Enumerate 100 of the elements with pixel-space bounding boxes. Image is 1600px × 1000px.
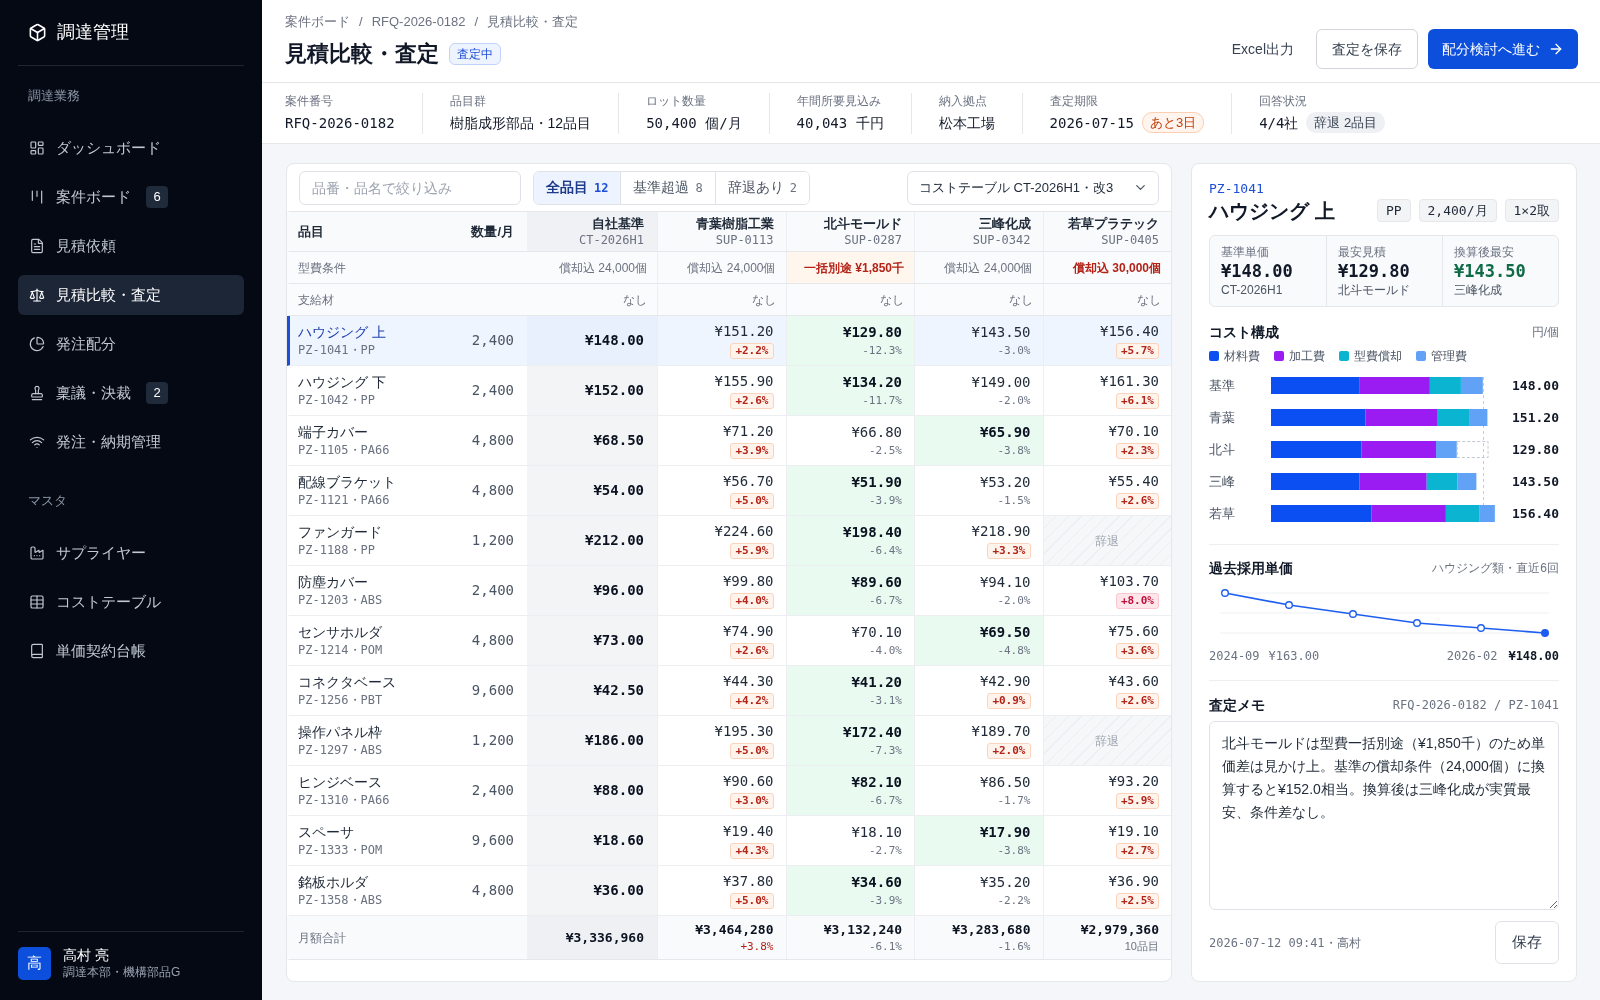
- condition-cell: なし: [657, 284, 786, 315]
- quote-price: ¥41.20: [851, 672, 902, 692]
- app-title: 調達管理: [57, 21, 129, 44]
- quote-price: ¥189.70: [971, 722, 1031, 741]
- delta-badge: +3.9%: [730, 443, 774, 459]
- declined-cell: 辞退: [1042, 516, 1171, 565]
- summary-label: 査定期限: [1049, 92, 1099, 109]
- delta-badge: +4.2%: [730, 693, 774, 709]
- save-assessment-button[interactable]: 査定を保存: [1316, 29, 1418, 69]
- delta-badge: +2.2%: [730, 343, 774, 359]
- delta-badge: +6.1%: [1115, 393, 1159, 409]
- table-row[interactable]: ファンガード PZ-1188・PP 1,200 ¥212.00 ¥224.60 +5.9% ¥198.40 -6.4% ¥218.90 +3.3% 辞退: [287, 516, 1171, 566]
- nav-item[interactable]: サプライヤー: [18, 533, 244, 573]
- delta-badge: +5.7%: [1115, 343, 1159, 359]
- item-code: PZ-1041: [1209, 181, 1265, 197]
- bar-value: 156.40: [1512, 505, 1559, 522]
- delta-text: -1.5%: [997, 492, 1031, 509]
- base-price-cell: ¥212.00: [527, 516, 657, 565]
- column-code: CT-2026H1: [578, 232, 644, 248]
- column-header: 数量/月: [470, 222, 515, 241]
- base-price-cell: ¥88.00: [527, 766, 657, 815]
- quote-price: ¥94.10: [979, 572, 1031, 592]
- table-row[interactable]: ヒンジベース PZ-1310・PA66 2,400 ¥88.00 ¥90.60 +3.0% ¥82.10 -6.7% ¥86.50 -1.7% ¥93.20 +5.9%: [287, 766, 1171, 816]
- search-field[interactable]: 品番・品名で絞り込み: [299, 170, 521, 205]
- table-row[interactable]: 端子カバー PZ-1105・PA66 4,800 ¥68.50 ¥71.20 +3.9% ¥66.80 -2.5% ¥65.90 -3.8% ¥70.10 +2.3%: [287, 416, 1171, 466]
- bar-value: 151.20: [1512, 409, 1559, 426]
- quantity-text: 2,400: [470, 781, 515, 800]
- table-row[interactable]: ハウジング 上 PZ-1041・PP 2,400 ¥148.00 ¥151.20 +2.2% ¥129.80 -12.3% ¥143.50 -3.0% ¥156.40 +5.7%: [287, 316, 1171, 366]
- quote-price: ¥19.40: [722, 822, 774, 841]
- section-title: 調達業務: [27, 87, 81, 105]
- summary-label: ロット数量: [646, 92, 708, 109]
- nav-item[interactable]: コストテーブル: [18, 582, 244, 622]
- delta-badge: +5.0%: [730, 893, 774, 909]
- book-icon: [29, 643, 45, 659]
- delta-badge: +2.6%: [1115, 693, 1159, 709]
- total-value: ¥2,979,360: [1080, 921, 1159, 939]
- table-row[interactable]: コネクタベース PZ-1256・PBT 9,600 ¥42.50 ¥44.30 +4.2% ¥41.20 -3.1% ¥42.90 +0.9% ¥43.60 +2.6%: [287, 666, 1171, 716]
- legend-label: 加工費: [1289, 348, 1325, 365]
- quantity-text: 4,800: [470, 631, 515, 650]
- table-row[interactable]: スペーサ PZ-1333・POM 9,600 ¥18.60 ¥19.40 +4.3% ¥18.10 -2.7% ¥17.90 -3.8% ¥19.10 +2.7%: [287, 816, 1171, 866]
- base-price-cell: ¥42.50: [527, 666, 657, 715]
- arrow-right-icon: [1548, 41, 1564, 57]
- proceed-button[interactable]: 配分検討へ進む: [1428, 29, 1578, 69]
- delta-badge: +3.0%: [730, 793, 774, 809]
- cost-table-dropdown[interactable]: コストテーブル CT-2026H1・改3: [907, 170, 1159, 205]
- memo-textarea[interactable]: 北斗モールドは型費一括別途（¥1,850千）のため単価差は見かけ上。基準の償却条件（24,000個）に換算すると¥152.0相当。換算後は三峰化成が実質最安、条件差なし。: [1209, 721, 1559, 910]
- bar-label: 三峰: [1209, 473, 1236, 490]
- bar-value: 148.00: [1512, 377, 1559, 394]
- table-row[interactable]: センサホルダ PZ-1214・POM 4,800 ¥73.00 ¥74.90 +2.6% ¥70.10 -4.0% ¥69.50 -4.8% ¥75.60 +3.6%: [287, 616, 1171, 666]
- table-row[interactable]: 銘板ホルダ PZ-1358・ABS 4,800 ¥36.00 ¥37.80 +5.0% ¥34.60 -3.9% ¥35.20 -2.2% ¥36.90 +2.5%: [287, 866, 1171, 916]
- total-value: ¥3,132,240: [823, 921, 902, 939]
- table-row[interactable]: 防塵カバー PZ-1203・ABS 2,400 ¥96.00 ¥99.80 +4.0% ¥89.60 -6.7% ¥94.10 -2.0% ¥103.70 +8.0%: [287, 566, 1171, 616]
- base-price-cell: ¥68.50: [527, 416, 657, 465]
- nav-item[interactable]: 稟議・決裁 2: [18, 373, 244, 413]
- nav-item[interactable]: 案件ボード 6: [18, 177, 244, 217]
- item-name: ヒンジベース: [298, 773, 383, 792]
- quote-price: ¥56.70: [722, 472, 774, 491]
- quote-price: ¥156.40: [1100, 322, 1159, 341]
- condition-cell: 償却込 30,000個: [1042, 252, 1171, 283]
- item-name: ファンガード: [298, 523, 383, 542]
- spec-chip: 1×2取: [1504, 199, 1559, 222]
- delta-text: -2.2%: [997, 892, 1031, 909]
- filter-tab[interactable]: 辞退あり 2: [714, 171, 809, 204]
- section-heading: コスト構成: [1209, 322, 1279, 342]
- pie-chart-icon: [29, 336, 45, 352]
- breadcrumb-link[interactable]: 案件ボード: [285, 12, 350, 32]
- summary-label: 回答状況: [1259, 92, 1309, 109]
- quote-price: ¥86.50: [979, 772, 1031, 792]
- excel-export-button[interactable]: Excel出力: [1219, 29, 1306, 69]
- table-row[interactable]: 配線ブラケット PZ-1121・PA66 4,800 ¥54.00 ¥56.70 +5.0% ¥51.90 -3.9% ¥53.20 -1.5% ¥55.40 +2.6%: [287, 466, 1171, 516]
- column-code: SUP-0405: [1101, 232, 1159, 248]
- nav-item[interactable]: 見積依頼: [18, 226, 244, 266]
- breadcrumb-link[interactable]: RFQ-2026-0182: [371, 12, 466, 32]
- condition-cell-text: 償却込 24,000個: [557, 259, 648, 277]
- delta-badge: +2.7%: [1115, 843, 1159, 859]
- table-row[interactable]: 操作パネル枠 PZ-1297・ABS 1,200 ¥186.00 ¥195.30 +5.0% ¥172.40 -7.3% ¥189.70 +2.0% 辞退: [287, 716, 1171, 766]
- summary-value: 4/4社: [1259, 113, 1299, 133]
- memo-timestamp: 2026-07-12 09:41・高村: [1209, 934, 1361, 952]
- delta-text: -3.8%: [997, 442, 1031, 459]
- nav-item[interactable]: 発注配分: [18, 324, 244, 364]
- summary-value: 2026-07-15: [1049, 113, 1134, 133]
- delta-badge: +0.9%: [987, 693, 1031, 709]
- quote-price: ¥51.90: [851, 472, 902, 492]
- item-title: ハウジング 上: [1209, 199, 1335, 224]
- quote-price: ¥35.20: [979, 872, 1031, 892]
- table-row[interactable]: ハウジング 下 PZ-1042・PP 2,400 ¥152.00 ¥155.90 +2.6% ¥134.20 -11.7% ¥149.00 -2.0% ¥161.30 +6.1%: [287, 366, 1171, 416]
- total-note: +3.8%: [740, 939, 774, 954]
- nav-item[interactable]: 見積比較・査定: [18, 275, 244, 315]
- stat-label: 基準単価: [1221, 244, 1270, 260]
- filter-tab[interactable]: 全品目 12: [534, 171, 621, 204]
- user-avatar: 高: [18, 947, 51, 980]
- nav-item[interactable]: ダッシュボード: [18, 128, 244, 168]
- delta-badge: +2.5%: [1115, 893, 1159, 909]
- base-price-cell: ¥36.00: [527, 866, 657, 915]
- nav-item[interactable]: 単価契約台帳: [18, 631, 244, 671]
- nav-item[interactable]: 発注・納期管理: [18, 422, 244, 462]
- row-label: 型費条件: [297, 259, 347, 277]
- delta-text: -2.0%: [997, 592, 1031, 609]
- save-memo-button[interactable]: 保存: [1495, 921, 1559, 964]
- spec-chip: PP: [1376, 199, 1411, 222]
